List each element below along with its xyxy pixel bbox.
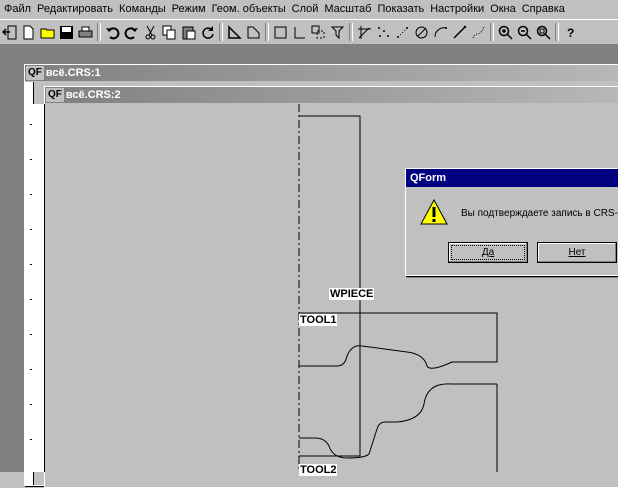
menu-help[interactable]: Справка: [519, 3, 568, 15]
move-icon[interactable]: [309, 23, 328, 42]
zoom-fit-icon[interactable]: [534, 23, 553, 42]
undo-icon[interactable]: [103, 23, 122, 42]
workpiece-outline: [299, 115, 361, 457]
print-icon[interactable]: [76, 23, 95, 42]
toolbar-separator: [349, 23, 353, 41]
dialog-message: Вы подтверждаете запись в CRS-: [461, 208, 618, 219]
line-icon[interactable]: [450, 23, 469, 42]
menu-scale[interactable]: Масштаб: [321, 3, 374, 15]
zoom-out-icon[interactable]: [515, 23, 534, 42]
point-icon[interactable]: [393, 23, 412, 42]
tool2-label: TOOL2: [299, 464, 338, 476]
toolbar-separator: [265, 23, 269, 41]
qform-logo-icon: QF: [26, 66, 44, 80]
arc-icon[interactable]: [431, 23, 450, 42]
vertical-ruler: [28, 104, 45, 472]
paste-icon[interactable]: [179, 23, 198, 42]
yes-button[interactable]: Да: [448, 242, 528, 263]
menu-file[interactable]: Файл: [0, 3, 34, 15]
window-1-titlebar[interactable]: QF всё.CRS:1: [25, 65, 618, 81]
window-2-title: всё.CRS:2: [65, 89, 121, 101]
menu-mode[interactable]: Режим: [169, 3, 209, 15]
dialog-title: QForm: [410, 172, 447, 184]
wpiece-label: WPIECE: [329, 288, 375, 300]
menu-layer[interactable]: Слой: [289, 3, 322, 15]
cross-icon[interactable]: [355, 23, 374, 42]
open-folder-icon[interactable]: [38, 23, 57, 42]
corner-icon[interactable]: [290, 23, 309, 42]
tool2-outline: [299, 383, 498, 472]
polygon-icon[interactable]: [225, 23, 244, 42]
toolbar: ?: [0, 19, 618, 45]
rectangle-icon[interactable]: [271, 23, 290, 42]
menu-edit[interactable]: Редактировать: [34, 3, 116, 15]
cut-icon[interactable]: [141, 23, 160, 42]
confirm-dialog: QForm Вы подтверждаете запись в CRS- Да …: [405, 168, 618, 276]
yes-button-label: Да: [481, 247, 495, 258]
curve-icon[interactable]: [469, 23, 488, 42]
tool1-label: TOOL1: [299, 314, 338, 326]
exit-icon[interactable]: [0, 23, 19, 42]
toolbar-separator: [490, 23, 494, 41]
toolbar-separator: [219, 23, 223, 41]
circle-icon[interactable]: [412, 23, 431, 42]
window-1-title: всё.CRS:1: [45, 67, 101, 79]
menu-settings[interactable]: Настройки: [427, 3, 487, 15]
warning-icon: [420, 199, 448, 225]
refresh-icon[interactable]: [198, 23, 217, 42]
dialog-titlebar[interactable]: QForm: [406, 169, 618, 187]
menu-windows[interactable]: Окна: [487, 3, 519, 15]
new-file-icon[interactable]: [19, 23, 38, 42]
dots-icon[interactable]: [374, 23, 393, 42]
arrow-down-icon[interactable]: [328, 23, 347, 42]
copy-icon[interactable]: [160, 23, 179, 42]
zoom-in-icon[interactable]: [496, 23, 515, 42]
toolbar-separator: [97, 23, 101, 41]
menu-bar: Файл Редактировать Команды Режим Геом. о…: [0, 0, 618, 18]
toolbar-separator: [555, 23, 559, 41]
no-button[interactable]: Нет: [537, 242, 617, 263]
save-icon[interactable]: [57, 23, 76, 42]
svg-text:?: ?: [567, 26, 574, 40]
menu-geometry[interactable]: Геом. объекты: [209, 3, 289, 15]
help-icon[interactable]: ?: [561, 23, 580, 42]
qform-logo-icon: QF: [46, 88, 64, 102]
window-2-titlebar[interactable]: QF всё.CRS:2: [45, 87, 618, 103]
polygon-outline-icon[interactable]: [244, 23, 263, 42]
menu-show[interactable]: Показать: [374, 3, 427, 15]
no-button-label: Нет: [568, 247, 586, 258]
menu-commands[interactable]: Команды: [116, 3, 169, 15]
redo-icon[interactable]: [122, 23, 141, 42]
